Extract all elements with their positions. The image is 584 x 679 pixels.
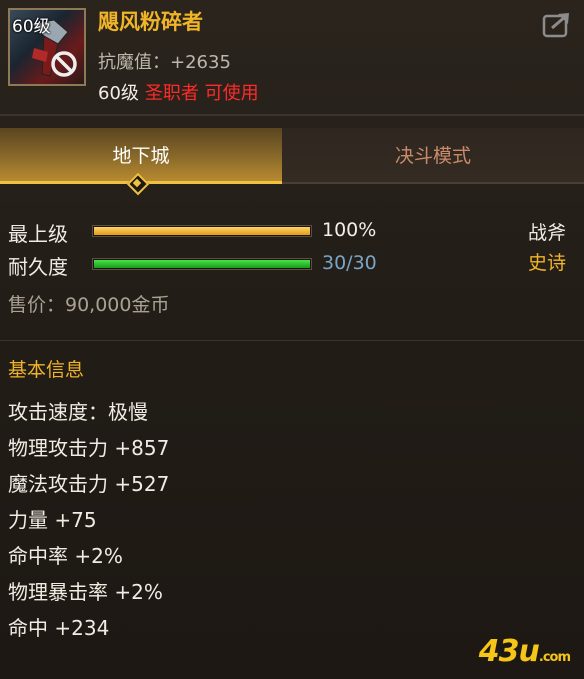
required-level: 60级 xyxy=(98,83,139,104)
weapon-type: 战斧 xyxy=(527,222,566,244)
durability-bar xyxy=(92,258,312,270)
sell-price: 售价：90,000金币 xyxy=(8,294,170,316)
mode-tabs: 地下城 决斗模式 xyxy=(0,128,584,184)
grade-bar xyxy=(92,225,312,237)
attribute-line: 命中 +234 xyxy=(8,616,110,640)
grade-label: 最上级 xyxy=(8,222,68,246)
durability-label: 耐久度 xyxy=(8,255,68,279)
no-use-icon xyxy=(51,51,77,77)
durability-value: 30/30 xyxy=(322,252,377,274)
required-class: 圣职者 可使用 xyxy=(144,83,259,104)
tab-duel-mode[interactable]: 决斗模式 xyxy=(282,128,584,184)
grade-value: 100% xyxy=(322,219,377,241)
item-level-badge: 60级 xyxy=(12,17,51,37)
item-tooltip-panel: 60级 飓风粉碎者 抗魔值：+2635 60级 圣职者 可使用 地下城 决斗模式 … xyxy=(0,0,584,679)
section-divider xyxy=(0,340,584,341)
watermark-suffix: .com xyxy=(538,650,571,665)
share-arrow-icon[interactable] xyxy=(542,10,572,38)
durability-bar-fill xyxy=(94,260,310,268)
basic-info-title: 基本信息 xyxy=(8,359,85,381)
attribute-line: 力量 +75 xyxy=(8,508,97,532)
anti-magic-value: 抗魔值：+2635 xyxy=(98,52,231,73)
attribute-line: 物理暴击率 +2% xyxy=(8,580,163,604)
rarity-label: 史诗 xyxy=(527,252,566,274)
attribute-line: 攻击速度：极慢 xyxy=(8,400,148,424)
attribute-line: 命中率 +2% xyxy=(8,544,123,568)
grade-bar-fill xyxy=(94,227,310,235)
watermark-main: 43u xyxy=(478,634,540,669)
item-icon[interactable]: 60级 xyxy=(8,8,86,86)
header-divider xyxy=(0,114,584,116)
site-watermark-logo: 43u.com xyxy=(478,634,571,669)
attribute-line: 物理攻击力 +857 xyxy=(8,436,170,460)
attribute-line: 魔法攻击力 +527 xyxy=(8,472,170,496)
item-name: 飓风粉碎者 xyxy=(98,10,203,34)
requirement-line: 60级 圣职者 可使用 xyxy=(98,79,259,105)
